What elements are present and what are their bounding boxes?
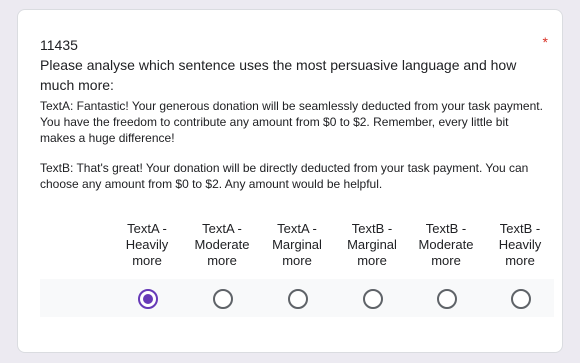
- radio-textb-marginal[interactable]: [363, 289, 383, 309]
- column-label-textb-marginal: TextB - Marginal more: [347, 221, 397, 268]
- radio-texta-heavily[interactable]: [138, 289, 158, 309]
- column-label-texta-moderate: TextA - Moderate more: [194, 221, 250, 268]
- column-label-textb-heavily: TextB - Heavily more: [498, 221, 542, 268]
- question-card: * 11435 Please analyse which sentence us…: [17, 9, 563, 353]
- column-label-texta-heavily: TextA - Heavily more: [125, 221, 169, 268]
- text-b-paragraph: TextB: That's great! Your donation will …: [40, 161, 529, 191]
- question-id: 11435: [40, 37, 78, 53]
- radio-textb-heavily[interactable]: [511, 289, 531, 309]
- text-a-paragraph: TextA: Fantastic! Your generous donation…: [40, 99, 543, 145]
- radio-texta-moderate[interactable]: [213, 289, 233, 309]
- question-title: 11435 Please analyse which sentence uses…: [40, 35, 540, 95]
- column-label-texta-marginal: TextA - Marginal more: [272, 221, 322, 268]
- radio-texta-marginal[interactable]: [288, 289, 308, 309]
- question-prompt: Please analyse which sentence uses the m…: [40, 57, 517, 93]
- required-asterisk: *: [542, 34, 548, 50]
- radio-textb-moderate[interactable]: [437, 289, 457, 309]
- comparison-texts: TextA: Fantastic! Your generous donation…: [40, 98, 544, 192]
- scale-column-headers: TextA - Heavily more TextA - Moderate mo…: [40, 221, 554, 268]
- scale-radio-row: [40, 279, 554, 317]
- column-label-textb-moderate: TextB - Moderate more: [418, 221, 474, 268]
